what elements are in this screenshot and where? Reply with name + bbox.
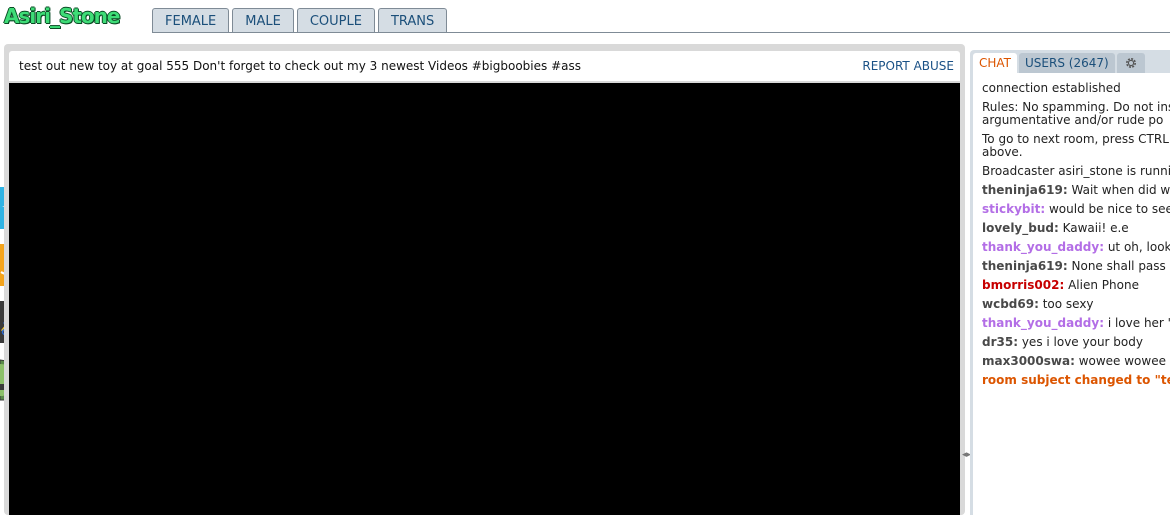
system-message: To go to next room, press CTRL+ tab abov…	[982, 132, 1170, 159]
gender-tabs: FEMALE MALE COUPLE TRANS	[152, 8, 448, 32]
chat-username[interactable]: bmorris002:	[982, 278, 1064, 292]
system-message: Broadcaster asiri_stone is running t	[982, 164, 1170, 178]
chat-text: Wait when did we	[1067, 183, 1170, 197]
chat-text: ut oh, look c	[1107, 240, 1170, 254]
system-message: Rules: No spamming. Do not insist any ar…	[982, 100, 1170, 127]
tab-chat[interactable]: CHAT	[973, 53, 1018, 73]
chat-text: i love her "se	[1107, 316, 1170, 330]
chat-message-list[interactable]: connection established Rules: No spammin…	[973, 73, 1170, 515]
chat-text: Alien Phone	[1064, 278, 1139, 292]
tab-female[interactable]: FEMALE	[152, 8, 230, 32]
tab-couple[interactable]: COUPLE	[296, 8, 375, 32]
report-abuse-link[interactable]: REPORT ABUSE	[862, 59, 954, 73]
chat-message: theninja619: Wait when did we	[982, 184, 1170, 197]
chat-text: wowee wowee	[1074, 354, 1166, 368]
chat-text: would be nice to see th	[1048, 202, 1170, 216]
chat-panel: CHAT USERS (2647) connection established…	[970, 50, 1170, 515]
chat-messages: connection established Rules: No spammin…	[982, 82, 1170, 393]
site-logo[interactable]: Asiri_Stone	[4, 4, 120, 28]
tab-trans[interactable]: TRANS	[377, 8, 448, 32]
chat-message: theninja619: None shall pass	[982, 260, 1170, 273]
tab-users[interactable]: USERS (2647)	[1019, 53, 1115, 73]
chat-message: thank_you_daddy: i love her "se	[982, 317, 1170, 330]
chat-message: thank_you_daddy: ut oh, look c	[982, 241, 1170, 254]
chat-username[interactable]: max3000swa:	[982, 354, 1075, 368]
video-player[interactable]	[9, 83, 960, 515]
tab-settings[interactable]	[1116, 53, 1145, 73]
chat-text: too sexy	[1038, 297, 1094, 311]
room-subject-bar: test out new toy at goal 555 Don't forge…	[9, 51, 960, 81]
chat-message: dr35: yes i love your body	[982, 336, 1170, 349]
chat-message: stickybit: would be nice to see th	[982, 203, 1170, 216]
tab-male[interactable]: MALE	[232, 8, 294, 32]
gear-icon	[1125, 58, 1136, 68]
chat-username[interactable]: dr35:	[982, 335, 1018, 349]
room-subject: test out new toy at goal 555 Don't forge…	[19, 59, 581, 73]
system-message: connection established	[982, 81, 1121, 95]
chat-username[interactable]: stickybit:	[982, 202, 1045, 216]
chat-tabs: CHAT USERS (2647)	[973, 53, 1145, 73]
chat-username[interactable]: lovely_bud:	[982, 221, 1059, 235]
chat-message: max3000swa: wowee wowee	[982, 355, 1170, 368]
chat-text: yes i love your body	[1018, 335, 1143, 349]
chat-message: bmorris002: Alien Phone	[982, 279, 1170, 292]
chat-message: lovely_bud: Kawaii! e.e	[982, 222, 1170, 235]
chat-username[interactable]: thank_you_daddy:	[982, 240, 1104, 254]
chat-username[interactable]: wcbd69:	[982, 297, 1039, 311]
chat-username[interactable]: theninja619:	[982, 183, 1068, 197]
room-notice: room subject changed to "test	[982, 373, 1170, 387]
chat-username[interactable]: thank_you_daddy:	[982, 316, 1104, 330]
chat-text: None shall pass	[1067, 259, 1166, 273]
video-panel: test out new toy at goal 555 Don't forge…	[4, 44, 965, 515]
chat-username[interactable]: theninja619:	[982, 259, 1068, 273]
chat-message: wcbd69: too sexy	[982, 298, 1170, 311]
chat-text: Kawaii! e.e	[1058, 221, 1129, 235]
header-divider	[152, 32, 1170, 33]
